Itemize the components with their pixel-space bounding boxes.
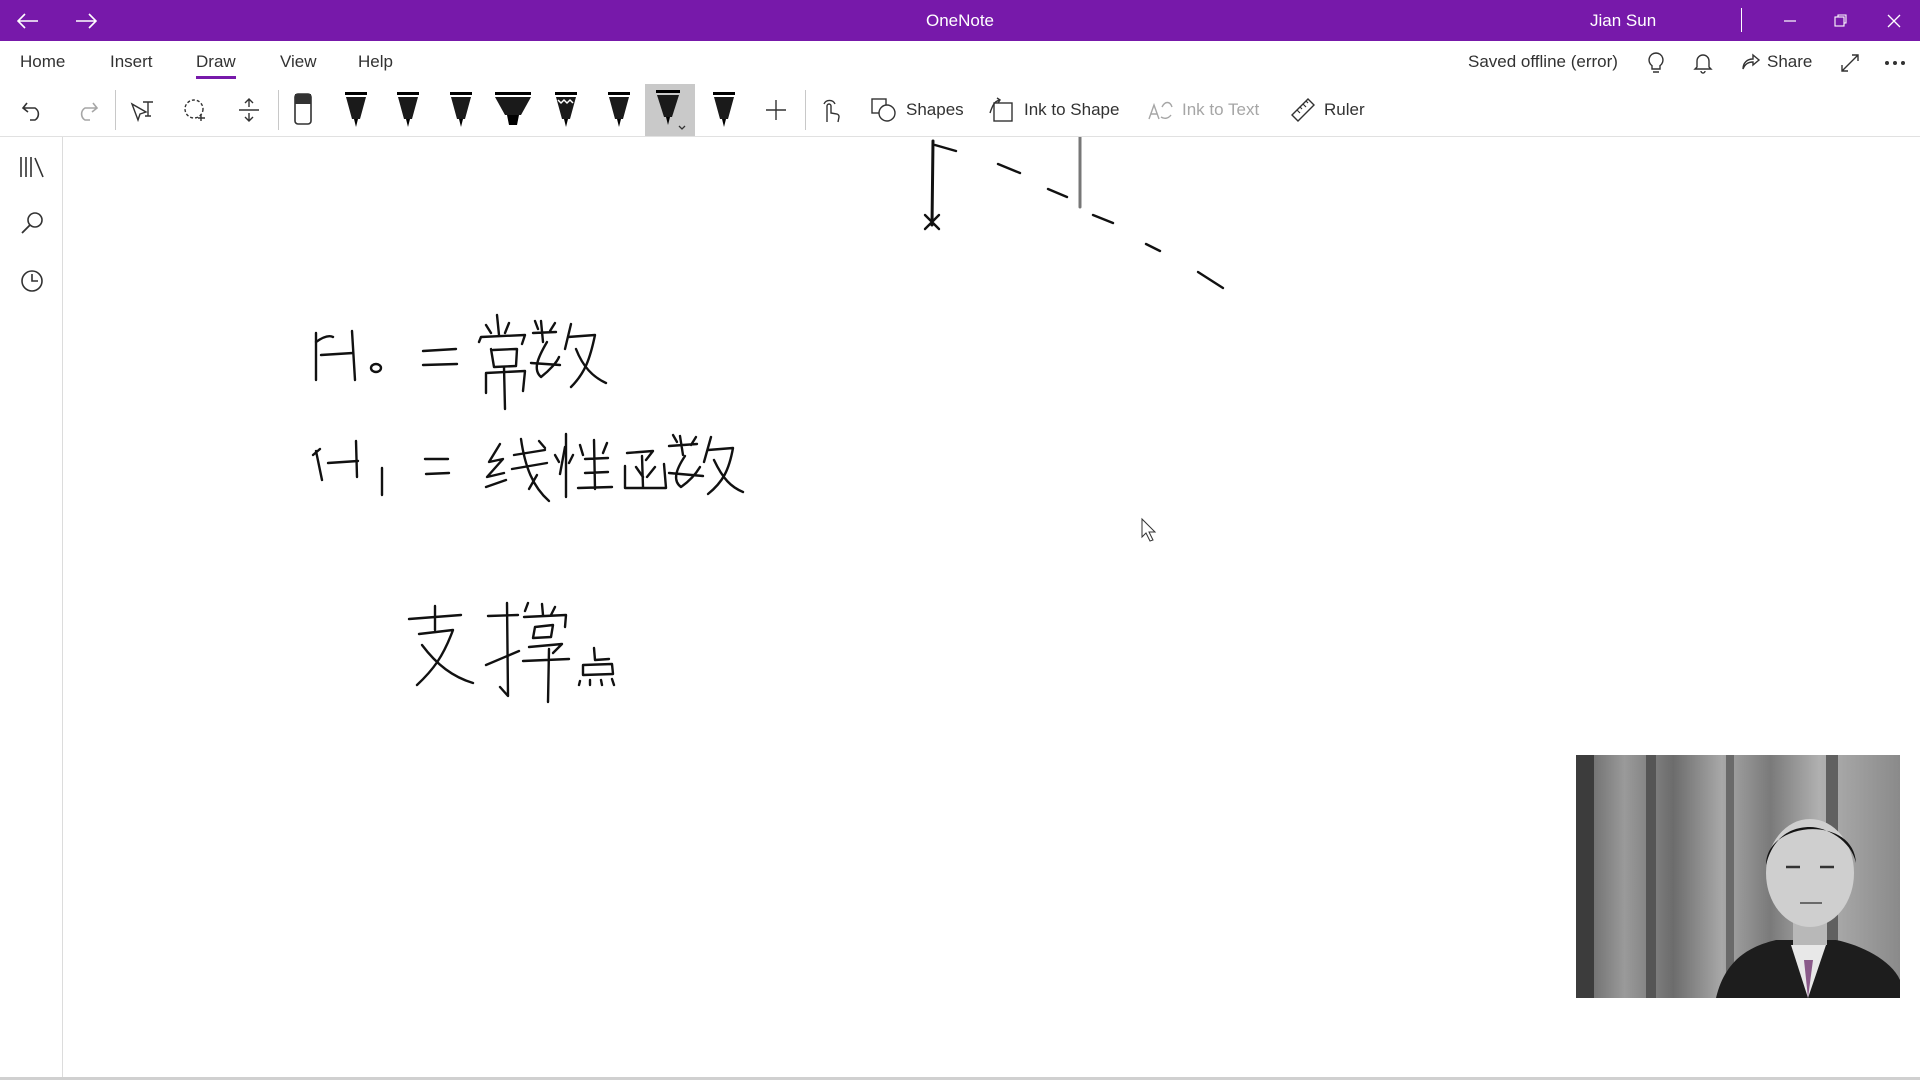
close-icon[interactable] [1874,0,1914,41]
tab-draw[interactable]: Draw [196,52,236,79]
pen-black-2-icon[interactable] [383,84,433,136]
webcam-overlay [1576,755,1900,998]
touch-draw-icon[interactable] [813,94,849,126]
search-icon[interactable] [14,207,50,239]
tab-home[interactable]: Home [20,52,65,72]
ink-to-text-icon [1148,101,1173,120]
more-options-icon[interactable] [1880,49,1910,77]
share-button[interactable]: Share [1767,52,1812,72]
user-name[interactable]: Jian Sun [1590,0,1656,41]
add-pen-icon[interactable] [758,94,794,126]
pen-black-4-icon[interactable] [594,84,644,136]
mouse-cursor-icon [1141,517,1157,542]
ink-to-shape-label: Ink to Shape [1024,100,1120,119]
recent-clock-icon[interactable] [14,265,50,297]
ink-to-text-label: Ink to Text [1182,100,1260,119]
expand-icon[interactable] [1836,49,1864,77]
pen-selected-icon[interactable] [645,84,695,136]
forward-arrow-icon[interactable] [68,0,104,41]
ruler-icon [1291,98,1315,122]
title-divider [1741,8,1742,32]
minimize-icon[interactable] [1770,0,1810,41]
ink-to-text-button[interactable]: Ink to Text [1146,84,1259,136]
shapes-icon [871,98,896,122]
pen-black-5-icon[interactable] [699,84,749,136]
draw-toolbar: Shapes Ink to Shape Ink to Text Ruler [0,84,1920,137]
presenter-video-icon [1576,755,1900,998]
add-space-icon[interactable] [232,94,266,126]
pen-black-1-icon[interactable] [331,84,381,136]
share-icon[interactable] [1738,49,1764,77]
navigation-rail [0,137,63,1080]
ruler-button[interactable]: Ruler [1290,84,1365,136]
shapes-button[interactable]: Shapes [870,84,964,136]
shapes-label: Shapes [906,100,964,119]
tab-insert[interactable]: Insert [110,52,153,72]
pen-black-3-icon[interactable] [436,84,486,136]
tab-view[interactable]: View [280,52,317,72]
back-arrow-icon[interactable] [10,0,46,41]
lasso-select-icon[interactable] [178,94,212,126]
toolbar-divider [115,90,116,130]
eraser-icon[interactable] [278,84,328,136]
undo-icon[interactable] [16,94,50,126]
bell-icon[interactable] [1689,49,1717,77]
redo-icon[interactable] [70,94,104,126]
highlighter-icon[interactable] [488,84,538,136]
lightbulb-icon[interactable] [1642,49,1670,77]
ruler-label: Ruler [1324,100,1365,119]
notebooks-icon[interactable] [14,151,50,183]
ink-to-shape-icon [989,97,1013,122]
ribbon-tabs: Home Insert Draw View Help Saved offline… [0,41,1920,84]
sync-status[interactable]: Saved offline (error) [1468,52,1618,72]
pencil-pattern-icon[interactable] [541,84,591,136]
restore-icon[interactable] [1820,0,1860,41]
toolbar-divider [805,90,806,130]
type-select-icon[interactable] [125,94,159,126]
ink-to-shape-button[interactable]: Ink to Shape [988,84,1119,136]
title-bar: OneNote Jian Sun [0,0,1920,41]
tab-help[interactable]: Help [358,52,393,72]
